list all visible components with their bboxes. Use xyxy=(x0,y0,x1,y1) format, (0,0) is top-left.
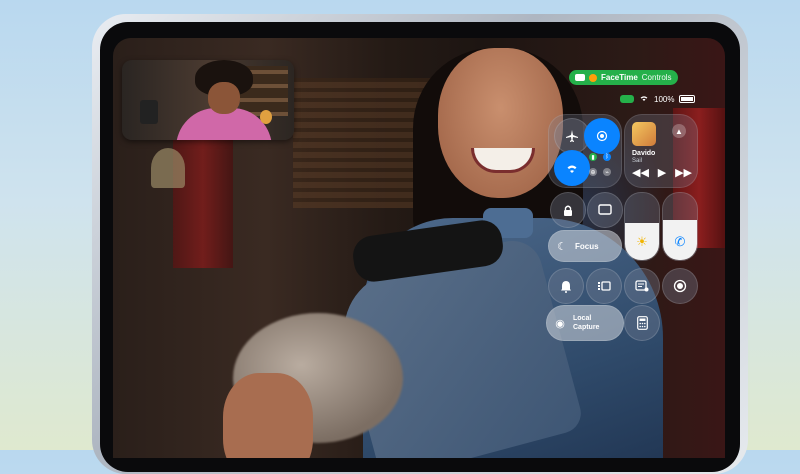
pip-face xyxy=(208,82,240,114)
airplay-icon[interactable]: ▲ xyxy=(672,124,686,138)
pip-speaker xyxy=(140,100,158,124)
focus-button[interactable]: ☾ Focus xyxy=(548,230,622,262)
local-capture-line1: Local xyxy=(573,315,592,322)
background-curtain-left xyxy=(173,128,233,268)
caller-hand xyxy=(223,373,313,458)
controls-label: Controls xyxy=(641,73,672,82)
local-capture-button[interactable]: ◉ Local Capture xyxy=(546,305,624,341)
now-playing-title: Davido xyxy=(632,150,656,157)
backward-icon[interactable]: ◀◀ xyxy=(632,166,649,179)
wifi-toggle-icon[interactable] xyxy=(554,150,590,186)
video-camera-icon xyxy=(575,74,585,81)
volume-slider[interactable]: ✆ xyxy=(662,192,698,261)
bell-icon[interactable] xyxy=(548,268,584,304)
quick-note-icon[interactable] xyxy=(624,268,660,304)
play-icon[interactable]: ▶ xyxy=(658,166,666,179)
video-indicator-icon xyxy=(620,95,634,103)
screen-record-icon[interactable] xyxy=(662,268,698,304)
now-playing-subtitle: Sail xyxy=(632,158,643,164)
lock-rotation-icon[interactable] xyxy=(550,192,586,228)
phone-icon: ✆ xyxy=(674,234,686,249)
stage-manager-icon[interactable] xyxy=(586,268,622,304)
status-bar: 100% xyxy=(620,93,702,105)
bluetooth-icon[interactable]: ᛒ xyxy=(603,153,611,161)
wifi-icon xyxy=(639,94,649,104)
airdrop-icon[interactable] xyxy=(584,118,620,154)
self-view-pip[interactable] xyxy=(122,60,294,140)
moon-icon: ☾ xyxy=(557,240,567,253)
hotspot-icon[interactable]: ⌁ xyxy=(603,168,611,176)
facetime-controls-pill[interactable]: FaceTime Controls xyxy=(569,70,678,85)
caller-face xyxy=(438,48,563,198)
facetime-label: FaceTime xyxy=(601,73,638,82)
brightness-slider[interactable]: ☀ xyxy=(624,192,660,261)
battery-percent: 100% xyxy=(654,94,675,104)
album-art xyxy=(632,122,656,146)
vpn-icon[interactable]: ⊕ xyxy=(589,168,597,176)
local-capture-icon: ◉ xyxy=(555,317,565,330)
playback-controls: ◀◀ ▶ ▶▶ xyxy=(632,166,692,179)
focus-label: Focus xyxy=(575,241,599,251)
forward-icon[interactable]: ▶▶ xyxy=(675,166,692,179)
calculator-icon[interactable] xyxy=(624,305,660,341)
local-capture-label: Local Capture xyxy=(573,314,599,332)
battery-icon xyxy=(679,95,696,103)
pip-lamp xyxy=(260,110,272,124)
microphone-indicator-icon xyxy=(589,73,597,82)
background-lamp xyxy=(151,148,185,188)
screen-mirror-icon[interactable] xyxy=(587,192,623,228)
cellular-icon[interactable]: ▮ xyxy=(589,153,597,161)
local-capture-line2: Capture xyxy=(573,324,600,331)
sun-icon: ☀ xyxy=(636,234,648,249)
